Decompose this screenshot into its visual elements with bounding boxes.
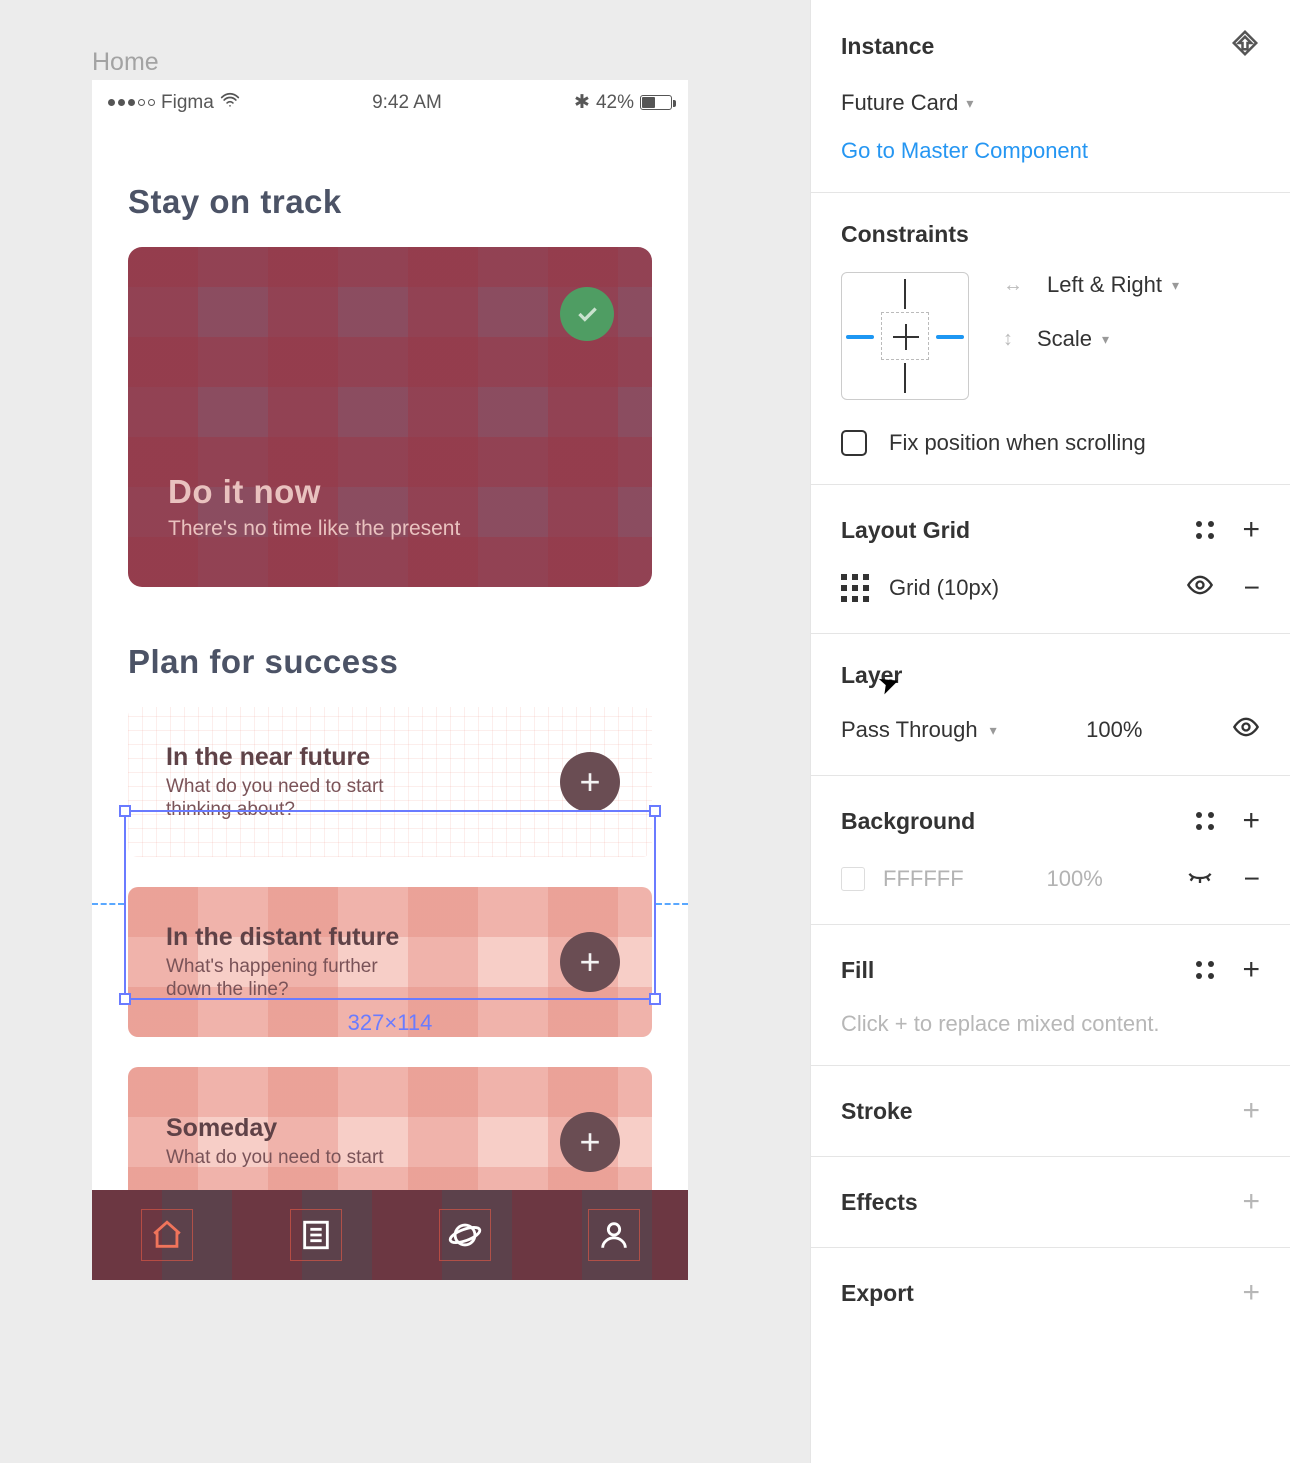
horizontal-constraint-value: Left & Right — [1047, 272, 1162, 298]
instance-name-value: Future Card — [841, 90, 958, 116]
blend-mode-dropdown[interactable]: Pass Through ▾ — [841, 717, 997, 743]
profile-icon[interactable] — [596, 1217, 632, 1253]
background-styles-icon[interactable] — [1196, 812, 1214, 830]
alignment-guide-left — [92, 903, 124, 905]
battery-percent: 42% — [596, 92, 634, 114]
alignment-guide-right — [656, 903, 688, 905]
add-button[interactable]: + — [560, 752, 620, 812]
horizontal-arrow-icon: ↔ — [1003, 274, 1023, 297]
vertical-arrow-icon: ↕ — [1003, 328, 1013, 351]
list-icon[interactable] — [298, 1217, 334, 1253]
hero-card[interactable]: Do it now There's no time like the prese… — [128, 247, 652, 587]
fill-styles-icon[interactable] — [1196, 961, 1214, 979]
fix-position-checkbox[interactable] — [841, 430, 867, 456]
card-title: In the distant future — [166, 923, 426, 952]
canvas[interactable]: Home Figma 9:42 AM ✱ 42% Stay on track — [0, 0, 810, 1463]
export-header: Export — [841, 1280, 914, 1307]
add-fill-button[interactable]: + — [1242, 953, 1260, 987]
grid-styles-icon[interactable] — [1196, 521, 1214, 539]
background-opacity-input[interactable]: 100% — [1047, 866, 1103, 892]
blend-mode-value: Pass Through — [841, 717, 978, 743]
fill-hint: Click + to replace mixed content. — [841, 1011, 1260, 1037]
background-header: Background — [841, 808, 975, 835]
layout-grid-panel: Layout Grid + Grid (10px) − — [811, 485, 1290, 634]
effects-header: Effects — [841, 1189, 918, 1216]
fill-panel: Fill + Click + to replace mixed content. — [811, 925, 1290, 1066]
card-title: Someday — [166, 1114, 384, 1143]
layer-panel: Layer Pass Through ▾ 100% — [811, 634, 1290, 776]
hero-title: Do it now — [168, 473, 460, 511]
add-stroke-button[interactable]: + — [1242, 1094, 1260, 1128]
carrier-label: Figma — [161, 92, 214, 114]
instance-panel: Instance Future Card ▾ Go to Master Comp… — [811, 0, 1290, 193]
background-panel: Background + FFFFFF 100% − — [811, 776, 1290, 925]
layout-grid-header: Layout Grid — [841, 517, 970, 544]
reset-instance-icon[interactable] — [1230, 28, 1260, 64]
grid-visible-toggle[interactable] — [1186, 571, 1214, 605]
layout-grid-item[interactable]: Grid (10px) — [841, 574, 999, 602]
clock-label: 9:42 AM — [372, 92, 442, 114]
inspector-panel: Instance Future Card ▾ Go to Master Comp… — [810, 0, 1290, 1463]
background-hex-input[interactable]: FFFFFF — [883, 866, 964, 892]
card-subtitle: What's happening further down the line? — [166, 956, 426, 1002]
layout-grid-value: Grid (10px) — [889, 575, 999, 601]
chevron-down-icon: ▾ — [990, 722, 997, 739]
planet-icon[interactable] — [447, 1217, 483, 1253]
add-background-button[interactable]: + — [1242, 804, 1260, 838]
future-card-near-future[interactable]: In the near future What do you need to s… — [128, 707, 652, 857]
checkmark-icon[interactable] — [560, 287, 614, 341]
section-title-stay: Stay on track — [128, 183, 652, 221]
phone-frame[interactable]: Figma 9:42 AM ✱ 42% Stay on track Do it … — [92, 80, 688, 1280]
layer-header: Layer — [841, 662, 1260, 689]
grid-icon — [841, 574, 869, 602]
battery-icon — [640, 95, 672, 110]
layer-opacity-input[interactable]: 100% — [1086, 717, 1142, 743]
constraints-panel: Constraints ↔ Left & Right▾ ↕ Scale▾ Fix — [811, 193, 1290, 485]
remove-background-button[interactable]: − — [1244, 863, 1260, 895]
home-icon[interactable] — [149, 1217, 185, 1253]
card-title: In the near future — [166, 743, 426, 772]
go-to-master-link[interactable]: Go to Master Component — [841, 138, 1260, 164]
stroke-panel: Stroke + — [811, 1066, 1290, 1157]
horizontal-constraint-dropdown[interactable]: ↔ Left & Right ▾ — [1003, 272, 1179, 298]
selection-dimensions: 327×114 — [124, 1010, 656, 1036]
instance-header: Instance — [841, 33, 934, 60]
status-bar: Figma 9:42 AM ✱ 42% — [92, 80, 688, 121]
add-layout-grid-button[interactable]: + — [1242, 513, 1260, 547]
effects-panel: Effects + — [811, 1157, 1290, 1248]
constraints-widget[interactable] — [841, 272, 969, 400]
add-button[interactable]: + — [560, 1112, 620, 1172]
export-panel: Export + — [811, 1248, 1290, 1338]
frame-label[interactable]: Home — [92, 48, 159, 77]
chevron-down-icon: ▾ — [1172, 277, 1179, 294]
card-subtitle: What do you need to start thinking about… — [166, 776, 426, 822]
layer-visible-toggle[interactable] — [1232, 713, 1260, 747]
wifi-icon — [220, 90, 240, 115]
background-swatch[interactable] — [841, 867, 865, 891]
chevron-down-icon: ▾ — [966, 95, 973, 112]
section-title-plan: Plan for success — [128, 643, 652, 681]
fill-header: Fill — [841, 957, 874, 984]
signal-icon — [108, 99, 155, 106]
constraints-header: Constraints — [841, 221, 1260, 248]
bluetooth-icon: ✱ — [574, 91, 590, 114]
tab-bar — [92, 1190, 688, 1280]
add-effect-button[interactable]: + — [1242, 1185, 1260, 1219]
chevron-down-icon: ▾ — [1102, 331, 1109, 348]
vertical-constraint-dropdown[interactable]: ↕ Scale ▾ — [1003, 326, 1179, 352]
instance-name-dropdown[interactable]: Future Card ▾ — [841, 90, 1260, 116]
add-button[interactable]: + — [560, 932, 620, 992]
background-hidden-toggle[interactable] — [1186, 862, 1214, 896]
fix-position-label: Fix position when scrolling — [889, 430, 1146, 456]
remove-layout-grid-button[interactable]: − — [1244, 572, 1260, 604]
card-subtitle: What do you need to start — [166, 1147, 384, 1170]
hero-subtitle: There's no time like the present — [168, 517, 460, 541]
add-export-button[interactable]: + — [1242, 1276, 1260, 1310]
fix-position-checkbox-row[interactable]: Fix position when scrolling — [841, 430, 1260, 456]
stroke-header: Stroke — [841, 1098, 913, 1125]
vertical-constraint-value: Scale — [1037, 326, 1092, 352]
